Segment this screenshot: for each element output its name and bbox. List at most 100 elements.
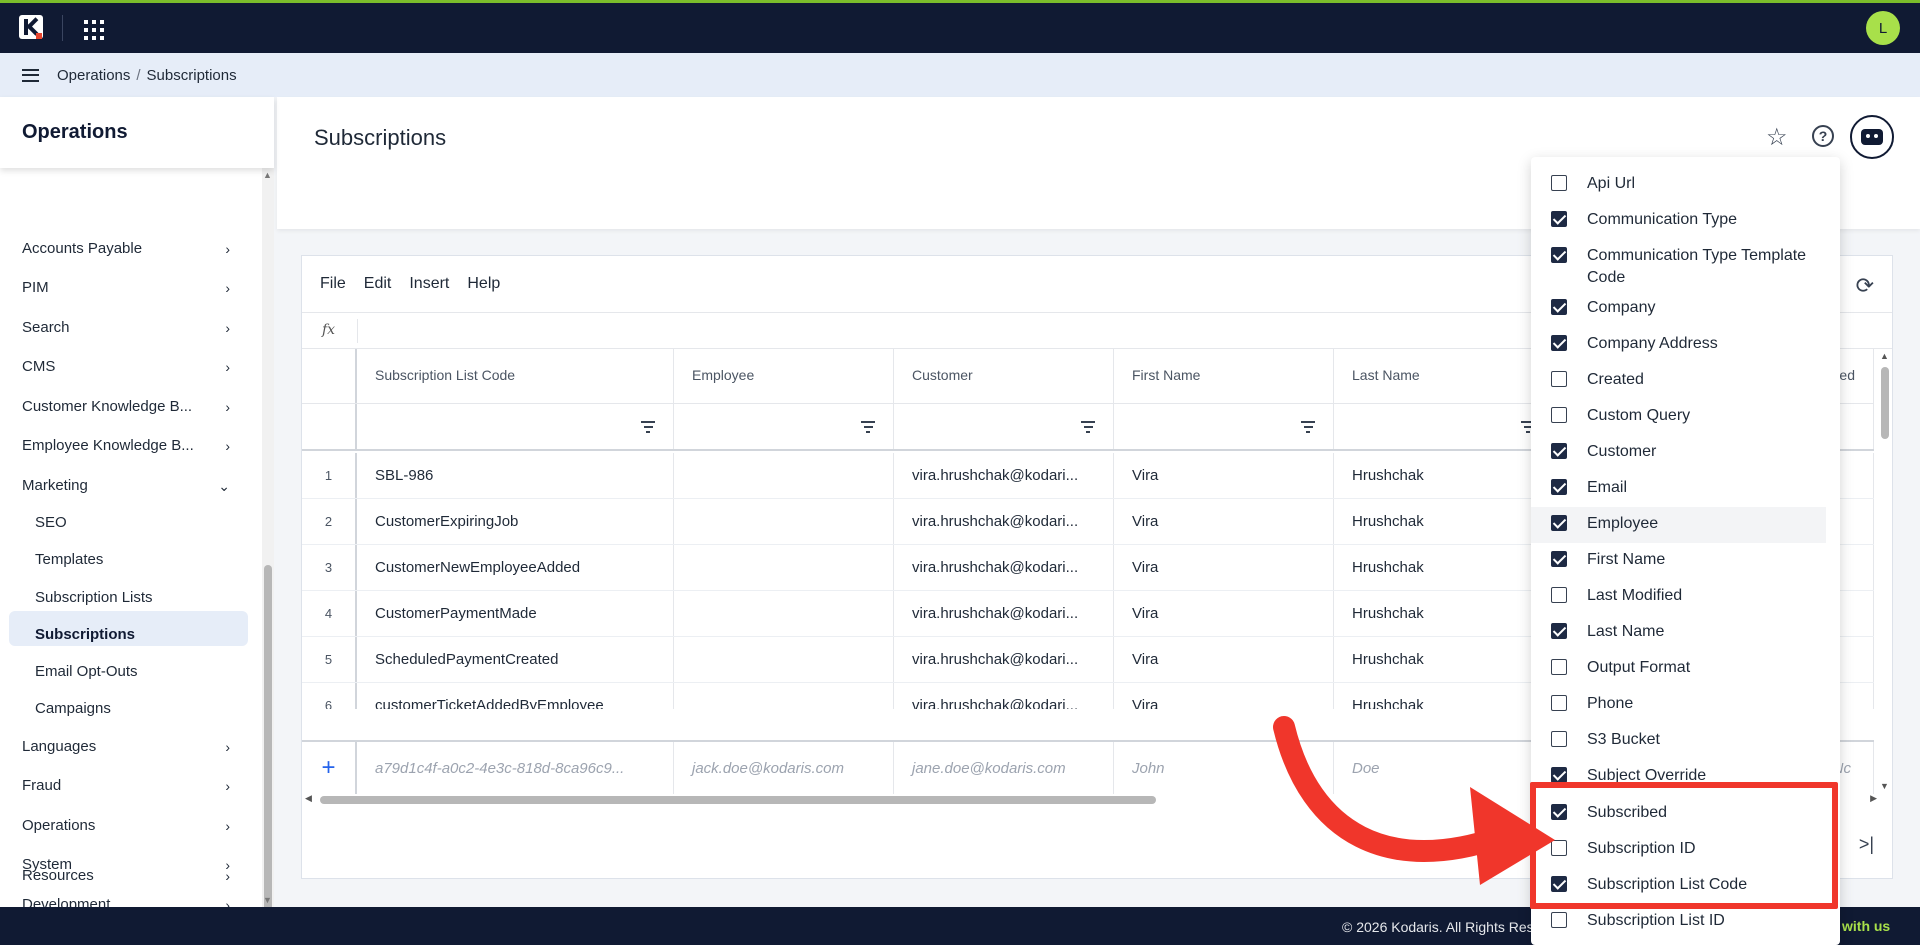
checkbox-checked-icon[interactable] [1551, 804, 1567, 820]
scroll-left-arrow-icon[interactable]: ◀ [305, 793, 312, 804]
column-toggle-item[interactable]: Company [1531, 291, 1826, 327]
sidebar-subitem-email-opt-outs[interactable]: Email Opt-Outs [35, 663, 138, 680]
checkbox-checked-icon[interactable] [1551, 623, 1567, 639]
checkbox-unchecked-icon[interactable] [1551, 695, 1567, 711]
checkbox-checked-icon[interactable] [1551, 335, 1567, 351]
sidebar-item-marketing[interactable]: Marketing ⌄ [22, 477, 234, 494]
refresh-icon[interactable]: ⟳ [1856, 273, 1874, 299]
sidebar-item-resources[interactable]: Resources › [22, 867, 234, 884]
table-cell[interactable]: vira.hrushchak@kodari... [894, 637, 1114, 682]
table-cell[interactable] [674, 453, 894, 498]
filter-icon[interactable] [1081, 421, 1095, 433]
column-header-customer[interactable]: Customer [894, 349, 1114, 403]
table-cell[interactable]: Vira [1114, 545, 1334, 590]
sidebar-item-languages[interactable]: Languages › [22, 738, 234, 755]
checkbox-checked-icon[interactable] [1551, 443, 1567, 459]
sidebar-subitem-campaigns[interactable]: Campaigns [35, 700, 111, 717]
column-toggle-item[interactable]: Subscription List ID [1531, 904, 1826, 940]
table-cell[interactable]: SBL-986 [357, 453, 674, 498]
menu-insert[interactable]: Insert [409, 275, 449, 293]
column-toggle-item[interactable]: First Name [1531, 543, 1826, 579]
column-toggle-item[interactable]: Last Name [1531, 615, 1826, 651]
column-toggle-item[interactable]: Communication Type Template Code [1531, 239, 1826, 291]
table-cell[interactable] [674, 683, 894, 709]
filter-icon[interactable] [1301, 421, 1315, 433]
scroll-down-arrow-icon[interactable]: ▼ [263, 895, 272, 905]
checkbox-checked-icon[interactable] [1551, 247, 1567, 263]
table-cell[interactable]: Hrushchak [1334, 545, 1554, 590]
column-header-employee[interactable]: Employee [674, 349, 894, 403]
checkbox-checked-icon[interactable] [1551, 515, 1567, 531]
filter-icon[interactable] [641, 421, 655, 433]
table-cell[interactable]: Hrushchak [1334, 637, 1554, 682]
grid-vertical-scrollbar[interactable]: ▲ ▼ [1879, 349, 1891, 794]
sidebar-item-customer-knowledge-base[interactable]: Customer Knowledge B... › [22, 398, 234, 415]
horizontal-scrollbar-thumb[interactable] [320, 796, 1156, 804]
checkbox-unchecked-icon[interactable] [1551, 840, 1567, 856]
sidebar-subitem-seo[interactable]: SEO [35, 514, 67, 531]
filter-cell[interactable] [894, 404, 1114, 449]
checkbox-checked-icon[interactable] [1551, 876, 1567, 892]
sidebar-item-operations[interactable]: Operations › [22, 817, 234, 834]
table-cell[interactable]: ScheduledPaymentCreated [357, 637, 674, 682]
table-cell[interactable]: CustomerExpiringJob [357, 499, 674, 544]
column-header-last-name[interactable]: Last Name [1334, 349, 1554, 403]
table-cell[interactable]: CustomerPaymentMade [357, 591, 674, 636]
column-toggle-item[interactable]: Subscribed [1531, 796, 1826, 832]
hamburger-menu-icon[interactable] [22, 68, 39, 82]
scroll-up-arrow-icon[interactable]: ▲ [263, 170, 272, 180]
sidebar-item-search[interactable]: Search › [22, 319, 234, 336]
add-row-plus-icon[interactable]: + [302, 742, 357, 794]
table-cell[interactable] [674, 545, 894, 590]
table-cell[interactable] [674, 591, 894, 636]
checkbox-checked-icon[interactable] [1551, 211, 1567, 227]
column-toggle-item[interactable]: Employee [1531, 507, 1826, 543]
last-page-icon[interactable]: >| [1859, 834, 1874, 855]
table-cell[interactable]: Vira [1114, 637, 1334, 682]
sidebar-item-development[interactable]: Development › [22, 896, 234, 907]
new-row-placeholder-code[interactable]: a79d1c4f-a0c2-4e3c-818d-8ca96c9... [357, 742, 674, 794]
checkbox-unchecked-icon[interactable] [1551, 175, 1567, 191]
checkbox-unchecked-icon[interactable] [1551, 407, 1567, 423]
checkbox-checked-icon[interactable] [1551, 551, 1567, 567]
filter-cell[interactable] [1114, 404, 1334, 449]
table-cell[interactable] [674, 637, 894, 682]
user-avatar[interactable]: L [1866, 11, 1900, 45]
checkbox-unchecked-icon[interactable] [1551, 587, 1567, 603]
table-cell[interactable]: Hrushchak [1334, 683, 1554, 709]
column-toggle-item[interactable]: Email [1531, 471, 1826, 507]
column-header-first-name[interactable]: First Name [1114, 349, 1334, 403]
new-row-placeholder-employee[interactable]: jack.doe@kodaris.com [674, 742, 894, 794]
sidebar-item-cms[interactable]: CMS › [22, 358, 234, 375]
column-toggle-item[interactable]: Last Modified [1531, 579, 1826, 615]
table-cell[interactable]: vira.hrushchak@kodari... [894, 453, 1114, 498]
table-cell[interactable]: vira.hrushchak@kodari... [894, 591, 1114, 636]
column-header-subscription-list-code[interactable]: Subscription List Code [357, 349, 674, 403]
table-cell[interactable]: Vira [1114, 453, 1334, 498]
checkbox-unchecked-icon[interactable] [1551, 731, 1567, 747]
table-cell[interactable]: Hrushchak [1334, 591, 1554, 636]
table-cell[interactable]: Vira [1114, 499, 1334, 544]
help-icon[interactable]: ? [1812, 125, 1834, 147]
checkbox-checked-icon[interactable] [1551, 479, 1567, 495]
filter-cell[interactable] [674, 404, 894, 449]
column-toggle-item[interactable]: Api Url [1531, 167, 1826, 203]
checkbox-unchecked-icon[interactable] [1551, 659, 1567, 675]
table-cell[interactable]: vira.hrushchak@kodari... [894, 683, 1114, 709]
column-toggle-item[interactable]: S3 Bucket [1531, 723, 1826, 759]
table-cell[interactable]: Hrushchak [1334, 453, 1554, 498]
checkbox-checked-icon[interactable] [1551, 299, 1567, 315]
table-cell[interactable]: Vira [1114, 683, 1334, 709]
column-toggle-item[interactable]: Output Format [1531, 651, 1826, 687]
sidebar-subitem-subscription-lists[interactable]: Subscription Lists [35, 589, 153, 606]
sidebar-item-pim[interactable]: PIM › [22, 279, 234, 296]
menu-help[interactable]: Help [467, 275, 500, 293]
sidebar-scrollbar-thumb[interactable] [264, 565, 272, 945]
table-cell[interactable]: Hrushchak [1334, 499, 1554, 544]
table-cell[interactable]: customerTicketAddedByEmployee [357, 683, 674, 709]
apps-grid-icon[interactable] [84, 20, 104, 40]
checkbox-checked-icon[interactable] [1551, 767, 1567, 783]
favorite-star-icon[interactable]: ☆ [1766, 123, 1788, 152]
table-cell[interactable] [674, 499, 894, 544]
sidebar-subitem-subscriptions[interactable]: Subscriptions [35, 626, 135, 643]
